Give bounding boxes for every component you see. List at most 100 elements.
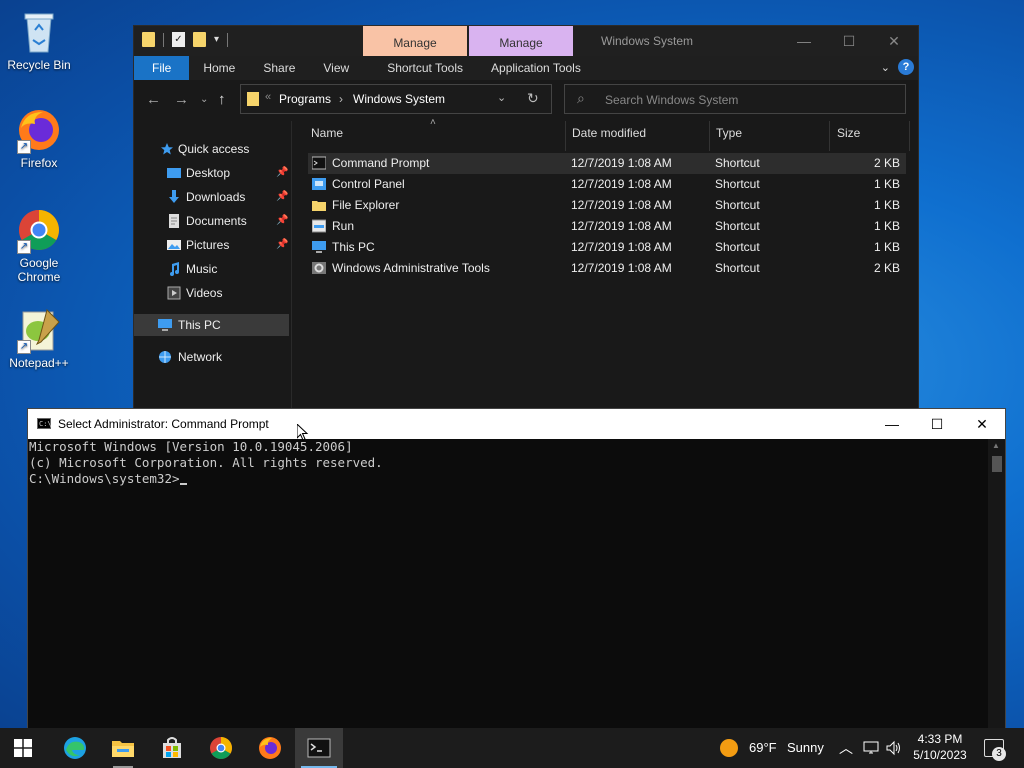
nav-pictures[interactable]: Pictures 📌 [134,234,289,256]
chrome-icon [210,737,232,759]
file-size: 1 KB [873,240,900,254]
control-panel-icon [312,178,326,190]
taskbar-firefox[interactable] [246,728,294,768]
maximize-icon[interactable]: ☐ [922,413,952,435]
column-header-type[interactable]: Type [716,126,742,140]
close-icon[interactable]: ✕ [967,413,997,435]
forward-arrow-icon[interactable]: → [174,91,189,108]
breadcrumb-overflow-icon[interactable]: « [265,91,271,103]
explorer-window[interactable]: ✓ ▾ Manage Manage Windows System — ☐ ✕ F… [133,25,919,412]
breadcrumb-windows-system[interactable]: Windows System [353,92,445,106]
file-size: 1 KB [873,198,900,212]
breadcrumb-programs[interactable]: Programs [279,92,331,106]
pin-icon[interactable]: 📌 [276,162,288,184]
file-row[interactable]: This PC 12/7/2019 1:08 AM Shortcut 1 KB [308,237,906,258]
command-prompt-window[interactable]: C:\ Select Administrator: Command Prompt… [27,408,1006,730]
column-header-date-modified[interactable]: Date modified [572,126,646,140]
tab-shortcut-tools[interactable]: Shortcut Tools [373,56,477,80]
tab-share[interactable]: Share [249,56,309,80]
desktop-icon-chrome[interactable]: ↗ Google Chrome [4,206,74,284]
file-type: Shortcut [715,240,760,254]
column-divider[interactable] [709,121,710,151]
file-row[interactable]: File Explorer 12/7/2019 1:08 AM Shortcut… [308,195,906,216]
console-line: (c) Microsoft Corporation. All rights re… [29,455,383,470]
nav-quick-access[interactable]: Quick access [134,138,289,160]
tab-view[interactable]: View [309,56,363,80]
taskbar-chrome[interactable] [197,728,245,768]
administrative-tools-icon [312,262,326,274]
file-list: ˄ Name Date modified Type Size Command P… [292,117,918,411]
music-icon [170,262,179,276]
address-bar[interactable]: « Programs › Windows System ⌄ ↻ [240,84,552,114]
cmd-window-title: Select Administrator: Command Prompt [58,417,269,431]
desktop-icon-recycle-bin[interactable]: Recycle Bin [4,8,74,72]
column-divider[interactable] [565,121,566,151]
pin-icon[interactable]: 📌 [276,234,288,256]
network-icon[interactable] [863,740,879,756]
pin-icon[interactable]: 📌 [276,210,288,232]
nav-this-pc[interactable]: This PC [134,314,289,336]
volume-icon[interactable] [886,740,902,756]
folder-icon[interactable] [142,32,155,47]
refresh-icon[interactable]: ↻ [527,90,539,107]
help-icon[interactable]: ? [898,59,914,75]
recent-locations-chevron-icon[interactable]: ⌄ [200,94,208,105]
file-date: 12/7/2019 1:08 AM [571,240,672,254]
taskbar-command-prompt[interactable] [295,728,343,768]
nav-desktop[interactable]: Desktop 📌 [134,162,289,184]
minimize-icon[interactable]: — [877,413,907,435]
file-row[interactable]: Control Panel 12/7/2019 1:08 AM Shortcut… [308,174,906,195]
properties-icon[interactable]: ✓ [172,32,185,47]
scroll-up-arrow-icon[interactable]: ▲ [992,441,1000,450]
address-dropdown-icon[interactable]: ⌄ [497,91,506,104]
nav-music[interactable]: Music [134,258,289,280]
start-button[interactable] [0,728,48,768]
nav-label: Quick access [178,142,250,156]
vertical-scrollbar[interactable]: ▲ [988,439,1005,729]
new-folder-icon[interactable] [193,32,206,47]
taskbar-edge[interactable] [51,728,99,768]
show-hidden-icons-chevron-icon[interactable]: ︿ [839,738,853,758]
up-arrow-icon[interactable]: ↑ [218,91,226,108]
expand-ribbon-chevron-icon[interactable]: ⌄ [881,61,890,74]
column-divider[interactable] [909,121,910,151]
column-header-name[interactable]: Name [311,126,343,140]
nav-label: Network [178,350,223,364]
scrollbar-thumb[interactable] [992,456,1002,472]
column-divider[interactable] [829,121,830,151]
download-arrow-icon [169,190,179,203]
nav-network[interactable]: Network [134,346,289,368]
file-explorer-icon [312,201,326,211]
tab-home[interactable]: Home [189,56,249,80]
tab-application-tools[interactable]: Application Tools [477,56,595,80]
taskbar-store[interactable] [148,728,196,768]
file-row[interactable]: Windows Administrative Tools 12/7/2019 1… [308,258,906,279]
console-output[interactable]: Microsoft Windows [Version 10.0.19045.20… [28,439,989,729]
nav-documents[interactable]: Documents 📌 [134,210,289,232]
nav-videos[interactable]: Videos [134,282,289,304]
pin-icon[interactable]: 📌 [276,186,288,208]
maximize-icon[interactable]: ☐ [838,30,860,52]
taskbar-file-explorer[interactable] [99,728,147,768]
recycle-bin-icon [15,8,63,56]
desktop-icon-firefox[interactable]: ↗ Firefox [4,106,74,170]
file-row[interactable]: Run 12/7/2019 1:08 AM Shortcut 1 KB [308,216,906,237]
explorer-titlebar[interactable]: ✓ ▾ Manage Manage Windows System — ☐ ✕ [134,26,918,56]
desktop-icon-label: Notepad++ [9,356,69,370]
close-icon[interactable]: ✕ [883,30,905,52]
back-arrow-icon[interactable]: ← [146,91,161,108]
manage-application-context-tab[interactable]: Manage [469,26,573,56]
cmd-titlebar[interactable]: C:\ Select Administrator: Command Prompt… [28,409,1005,439]
customize-toolbar-icon[interactable]: ▾ [214,34,219,45]
file-row[interactable]: Command Prompt 12/7/2019 1:08 AM Shortcu… [308,153,906,174]
breadcrumb-separator-icon[interactable]: › [339,92,343,106]
search-box[interactable]: ⌕ Search Windows System [564,84,906,114]
file-type: Shortcut [715,261,760,275]
tab-file[interactable]: File [134,56,190,80]
minimize-icon[interactable]: — [793,30,815,52]
nav-downloads[interactable]: Downloads 📌 [134,186,289,208]
manage-shortcut-context-tab[interactable]: Manage [363,26,467,56]
desktop-icon-notepadpp[interactable]: ↗ Notepad++ [4,306,74,370]
system-clock[interactable]: 4:33 PM 5/10/2023 [913,731,967,763]
column-header-size[interactable]: Size [837,126,860,140]
